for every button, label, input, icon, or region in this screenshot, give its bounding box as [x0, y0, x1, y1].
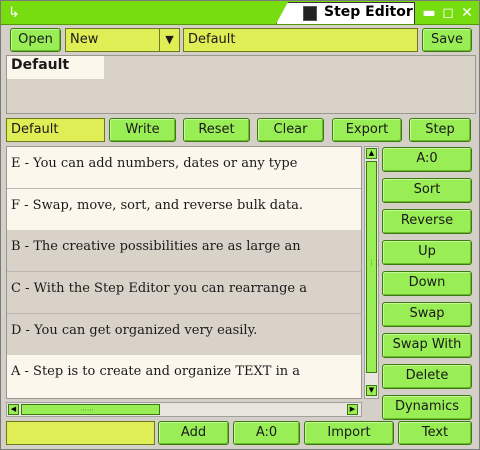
list-item[interactable]: A - Step is to create and organize TEXT …: [7, 355, 361, 396]
list-horizontal-scrollbar[interactable]: ◀ ⋯⋯ ▶: [6, 402, 362, 417]
export-button[interactable]: Export: [332, 118, 402, 142]
preview-label: Default: [7, 56, 104, 79]
text-button[interactable]: Text: [398, 421, 472, 445]
minimize-icon[interactable]: ▬: [421, 4, 437, 22]
vertical-scroll-thumb[interactable]: ⋮⋮: [366, 161, 382, 373]
step-name-input[interactable]: Default: [6, 118, 105, 142]
close-icon[interactable]: ✕: [459, 4, 475, 22]
window-title: Step Editor: [324, 4, 413, 20]
chevron-down-icon[interactable]: ▼: [159, 29, 179, 51]
list-item[interactable]: F - Swap, move, sort, and reverse bulk d…: [7, 189, 361, 230]
list-item[interactable]: E - You can add numbers, dates or any ty…: [7, 147, 361, 188]
scroll-up-icon[interactable]: ▲: [366, 148, 377, 159]
list-item-text: B - The creative possibilities are as la…: [11, 239, 301, 254]
mode-select-value: New: [70, 32, 99, 47]
list-item-text: F - Swap, move, sort, and reverse bulk d…: [11, 198, 303, 213]
save-button[interactable]: Save: [422, 28, 472, 52]
scroll-right-icon[interactable]: ▶: [347, 404, 358, 415]
scroll-left-icon[interactable]: ◀: [8, 404, 19, 415]
app-icon: [303, 6, 317, 21]
horizontal-scroll-thumb[interactable]: ⋯⋯: [21, 404, 160, 415]
list-item-text: D - You can get organized very easily.: [11, 323, 258, 338]
sort-button[interactable]: Sort: [382, 178, 472, 203]
step-button[interactable]: Step: [409, 118, 471, 142]
step-list[interactable]: E - You can add numbers, dates or any ty…: [6, 146, 362, 399]
down-button[interactable]: Down: [382, 271, 472, 296]
swap-button[interactable]: Swap: [382, 302, 472, 327]
grip-icon: ⋮⋮: [368, 259, 382, 267]
name-input[interactable]: Default: [183, 28, 418, 52]
list-item[interactable]: B - The creative possibilities are as la…: [7, 230, 361, 271]
list-item[interactable]: C - With the Step Editor you can rearran…: [7, 272, 361, 313]
add-button[interactable]: Add: [158, 421, 229, 445]
list-item-text: A - Step is to create and organize TEXT …: [11, 364, 300, 379]
reverse-button[interactable]: Reverse: [382, 209, 472, 234]
counter-button[interactable]: A:0: [382, 147, 472, 172]
list-item-text: C - With the Step Editor you can rearran…: [11, 281, 308, 296]
maximize-icon[interactable]: ◻: [440, 4, 456, 22]
reset-button[interactable]: Reset: [183, 118, 250, 142]
preview-panel: Default: [6, 55, 476, 114]
up-button[interactable]: Up: [382, 240, 472, 265]
add-text-input[interactable]: [6, 421, 155, 445]
open-button[interactable]: Open: [10, 28, 61, 52]
dynamics-button[interactable]: Dynamics: [382, 395, 472, 420]
bottom-counter-button[interactable]: A:0: [233, 421, 300, 445]
clear-button[interactable]: Clear: [257, 118, 324, 142]
list-item-text: E - You can add numbers, dates or any ty…: [11, 156, 298, 171]
step-editor-window: ↳ Step Editor ▬ ◻ ✕ Open New ▼ Default S…: [0, 0, 480, 450]
write-button[interactable]: Write: [109, 118, 176, 142]
title-tab: Step Editor: [276, 2, 415, 24]
scroll-down-icon[interactable]: ▼: [366, 385, 377, 396]
title-bar[interactable]: ↳ Step Editor ▬ ◻ ✕: [1, 1, 479, 25]
swap-with-button[interactable]: Swap With: [382, 333, 472, 358]
import-button[interactable]: Import: [304, 421, 394, 445]
delete-button[interactable]: Delete: [382, 364, 472, 389]
list-vertical-scrollbar[interactable]: ▲ ⋮⋮ ▼: [364, 146, 382, 399]
mode-select[interactable]: New ▼: [65, 28, 180, 52]
window-menu-icon[interactable]: ↳: [5, 4, 23, 22]
grip-icon: ⋯⋯: [80, 406, 94, 414]
list-item[interactable]: D - You can get organized very easily.: [7, 314, 361, 355]
